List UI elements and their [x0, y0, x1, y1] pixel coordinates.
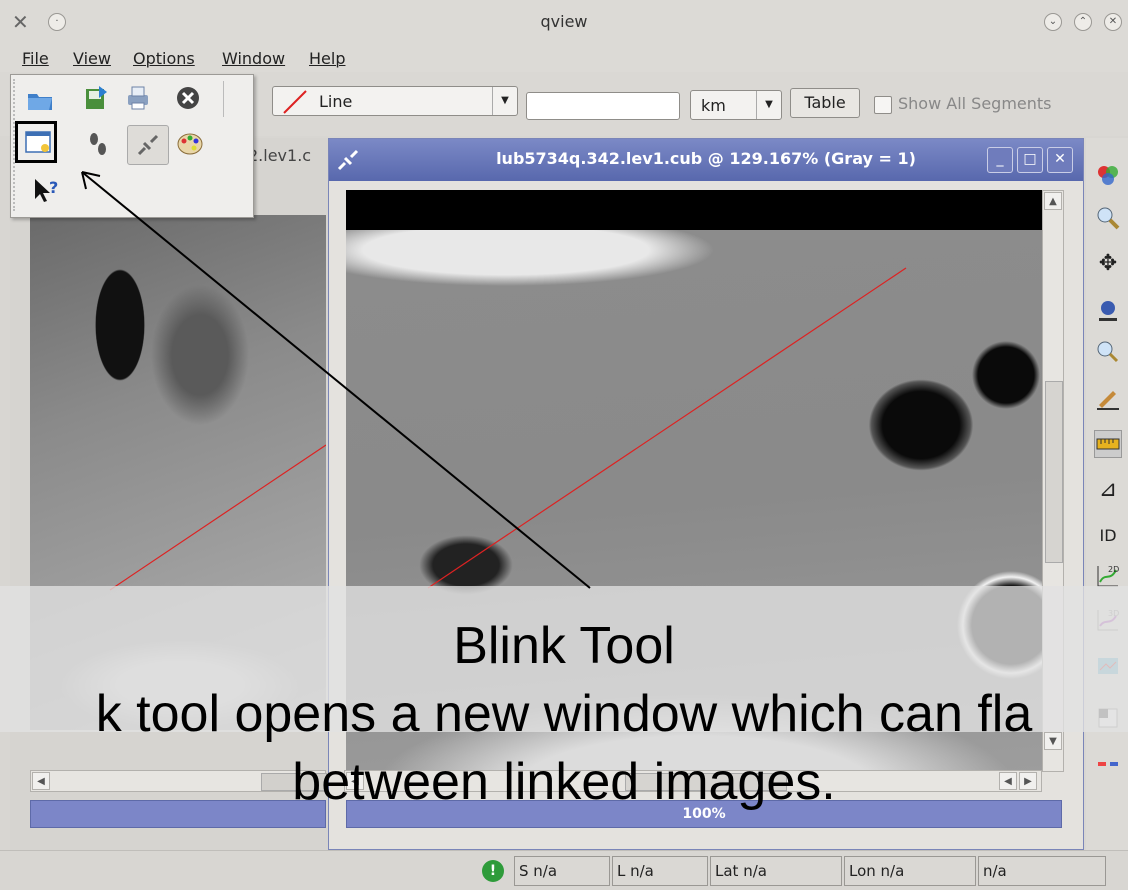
whats-this-icon[interactable]: ? — [31, 175, 61, 205]
cube-window-titlebar: lub5734q.342.lev1.cub @ 129.167% (Gray =… — [329, 139, 1083, 181]
latitude-field: Lat n/a — [710, 856, 842, 886]
id-tool-button[interactable]: ID — [1094, 522, 1122, 550]
menu-bar: File View Options Window Help — [0, 44, 1128, 72]
svg-text:?: ? — [49, 178, 58, 197]
maximize-button[interactable]: □ — [1017, 147, 1043, 173]
background-window-title: 2.lev1.c — [248, 146, 312, 165]
blink-tool-icon[interactable] — [23, 127, 53, 157]
dn-field: n/a — [978, 856, 1106, 886]
line-type-value: Line — [319, 92, 353, 111]
toolbar-popup-menu: ? — [10, 74, 254, 218]
pan-icon[interactable]: ✥ — [1094, 250, 1122, 278]
title-bar: ✕ · qview ⌄ ⌃ ✕ — [0, 0, 1128, 45]
menu-window[interactable]: Window — [222, 49, 285, 68]
cube-window-title: lub5734q.342.lev1.cub @ 129.167% (Gray =… — [496, 149, 916, 168]
minimize-button[interactable]: ⌄ — [1044, 13, 1062, 31]
units-select[interactable]: km ▼ — [690, 90, 782, 120]
menu-options[interactable]: Options — [133, 49, 195, 68]
zoom-icon[interactable] — [1094, 204, 1122, 232]
scroll-up-arrow[interactable]: ▲ — [1044, 192, 1062, 210]
print-icon[interactable] — [123, 83, 153, 113]
show-all-label: Show All Segments — [898, 94, 1052, 113]
length-field[interactable] — [526, 92, 680, 120]
histogram-icon[interactable]: ⊿ — [1094, 476, 1122, 504]
window-title: qview — [540, 12, 588, 31]
link-tool-button[interactable] — [127, 125, 169, 165]
open-file-icon[interactable] — [25, 85, 55, 115]
units-value: km — [701, 96, 726, 115]
band-icon[interactable] — [1094, 160, 1122, 188]
scroll-thumb[interactable] — [1045, 381, 1063, 563]
minimize-button[interactable]: _ — [987, 147, 1013, 173]
separator — [223, 81, 224, 117]
longitude-field: Lon n/a — [844, 856, 976, 886]
link-icon — [137, 134, 159, 156]
status-bar: ! S n/a L n/a Lat n/a Lon n/a n/a — [0, 850, 1128, 890]
close-circle-icon[interactable] — [173, 83, 203, 113]
chevron-down-icon: ▼ — [756, 91, 781, 119]
edit-icon[interactable] — [1094, 384, 1122, 412]
menu-file[interactable]: File — [22, 49, 49, 68]
svg-text:2D: 2D — [1108, 565, 1119, 574]
footprint-icon[interactable] — [83, 129, 113, 159]
sample-field: S n/a — [514, 856, 610, 886]
maximize-button[interactable]: ⌃ — [1074, 13, 1092, 31]
export-icon[interactable] — [81, 83, 111, 113]
line-shape-icon — [283, 90, 307, 114]
menu-view[interactable]: View — [73, 49, 111, 68]
stretch-icon[interactable] — [1094, 296, 1122, 324]
find-icon[interactable] — [1094, 338, 1122, 366]
status-ok-icon: ! — [482, 860, 504, 882]
close-button[interactable]: ✕ — [1047, 147, 1073, 173]
menu-help[interactable]: Help — [309, 49, 345, 68]
close-button[interactable]: ✕ — [1104, 13, 1122, 31]
annotation-body: k tool opens a new window which can fla … — [0, 680, 1128, 816]
annotation-body-line-2: between linked images. — [292, 753, 836, 811]
annotation-body-line-1: k tool opens a new window which can fla — [95, 685, 1033, 743]
show-all-checkbox[interactable] — [874, 96, 892, 114]
line-type-select[interactable]: Line ▼ — [272, 86, 518, 116]
palette-icon[interactable] — [175, 129, 205, 159]
measure-icon[interactable] — [1094, 430, 1122, 458]
table-button[interactable]: Table — [790, 88, 860, 118]
line-field: L n/a — [612, 856, 708, 886]
annotation-title: Blink Tool — [453, 617, 675, 675]
chevron-down-icon: ▼ — [492, 87, 517, 115]
